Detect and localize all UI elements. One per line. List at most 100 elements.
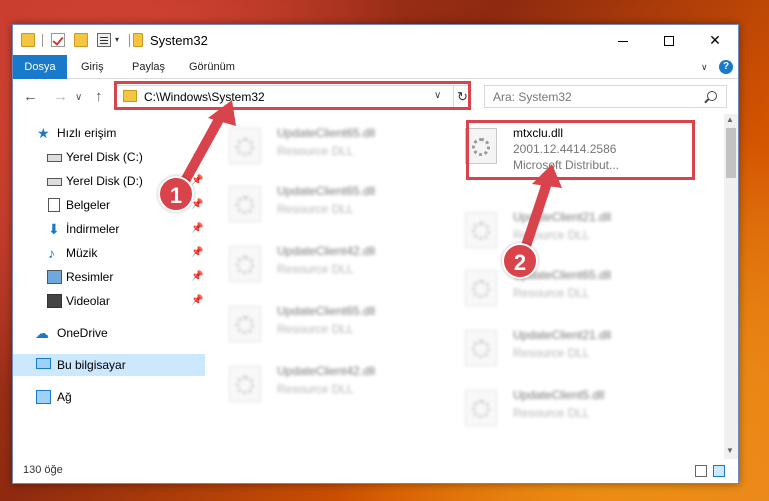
scroll-thumb[interactable] xyxy=(726,128,736,178)
sidebar-item-label: Hızlı erişim xyxy=(57,126,117,140)
pictures-icon xyxy=(47,270,62,284)
maximize-button[interactable] xyxy=(646,25,692,55)
file-type: Resource DLL xyxy=(513,286,590,300)
sidebar-item-label: Yerel Disk (C:) xyxy=(66,150,143,164)
computer-icon xyxy=(36,358,51,369)
list-item[interactable]: UpdateClient42.dll Resource DLL xyxy=(219,238,439,288)
file-type: Resource DLL xyxy=(277,322,354,336)
sidebar-item-downloads[interactable]: ⬇ İndirmeler 📌 xyxy=(13,218,205,240)
pin-icon[interactable]: 📌 xyxy=(191,290,203,312)
window-title: System32 xyxy=(150,33,208,48)
sidebar-item-label: Bu bilgisayar xyxy=(57,358,126,372)
gear-icon xyxy=(472,340,490,358)
file-type: Resource DLL xyxy=(277,262,354,276)
star-icon: ★ xyxy=(37,125,50,141)
status-bar: 130 öğe xyxy=(13,459,738,483)
file-type: Resource DLL xyxy=(513,346,590,360)
list-item[interactable]: UpdateClient5.dll Resource DLL xyxy=(455,382,675,432)
sidebar-item-disk-c[interactable]: Yerel Disk (C:) 📌 xyxy=(13,146,205,168)
sidebar-item-label: İndirmeler xyxy=(66,222,120,236)
chevron-down-icon[interactable]: ∨ xyxy=(701,62,708,73)
gear-icon xyxy=(472,222,490,240)
tab-home[interactable]: Giriş xyxy=(81,55,104,79)
sidebar-item-network[interactable]: Ağ xyxy=(13,386,205,408)
file-name: UpdateClient5.dll xyxy=(513,388,605,402)
pin-icon[interactable]: 📌 xyxy=(191,146,203,168)
ribbon-tabs: Dosya Giriş Paylaş Görünüm ∨ ? xyxy=(13,55,738,79)
details-view-icon[interactable] xyxy=(695,465,707,477)
sidebar-item-label: Yerel Disk (D:) xyxy=(66,174,143,188)
search-icon xyxy=(707,91,717,101)
sidebar-item-onedrive[interactable]: ☁ OneDrive xyxy=(13,322,205,344)
file-name: UpdateClient21.dll xyxy=(513,210,612,224)
dll-file-icon xyxy=(465,212,497,248)
list-item[interactable]: UpdateClient65.dll Resource DLL xyxy=(219,178,439,228)
new-folder-icon[interactable] xyxy=(74,33,88,47)
list-item[interactable]: UpdateClient65.dll Resource DLL xyxy=(219,120,439,170)
gear-icon xyxy=(236,196,254,214)
help-icon[interactable]: ? xyxy=(719,60,733,74)
file-type: Resource DLL xyxy=(277,382,354,396)
file-name: UpdateClient42.dll xyxy=(277,244,376,258)
cloud-icon: ☁ xyxy=(35,325,49,341)
address-highlight-box xyxy=(114,81,471,110)
large-icons-view-icon[interactable] xyxy=(713,465,725,477)
pin-icon[interactable]: 📌 xyxy=(191,218,203,240)
folder-icon xyxy=(133,33,143,47)
scroll-down-icon[interactable]: ▼ xyxy=(726,446,734,455)
chevron-down-icon[interactable]: ∨ xyxy=(75,92,82,103)
tab-file[interactable]: Dosya xyxy=(13,55,67,79)
pin-icon[interactable]: 📌 xyxy=(191,242,203,264)
sidebar-item-label: Videolar xyxy=(66,294,110,308)
drive-icon xyxy=(47,154,62,162)
sidebar-item-this-pc[interactable]: Bu bilgisayar xyxy=(13,354,205,376)
up-arrow-icon[interactable]: ↑ xyxy=(95,88,103,105)
sidebar-item-quick-access[interactable]: ★ Hızlı erişim xyxy=(13,122,205,144)
videos-icon xyxy=(47,294,62,308)
list-item[interactable]: UpdateClient65.dll Resource DLL xyxy=(219,298,439,348)
music-icon: ♪ xyxy=(48,245,55,261)
file-highlight-box xyxy=(466,120,695,180)
gear-icon xyxy=(236,376,254,394)
drive-icon xyxy=(47,178,62,186)
separator xyxy=(42,34,43,47)
search-input[interactable]: Ara: System32 xyxy=(484,85,727,108)
back-arrow-icon[interactable]: ← xyxy=(23,88,38,105)
dll-file-icon xyxy=(465,390,497,426)
list-item[interactable]: UpdateClient65.dll Resource DLL xyxy=(455,262,675,312)
separator xyxy=(129,34,130,47)
gear-icon xyxy=(472,400,490,418)
sidebar-item-label: OneDrive xyxy=(57,326,108,340)
dll-file-icon xyxy=(229,306,261,342)
list-item[interactable]: UpdateClient42.dll Resource DLL xyxy=(219,358,439,408)
sidebar-item-music[interactable]: ♪ Müzik 📌 xyxy=(13,242,205,264)
vertical-scrollbar[interactable]: ▲ ▼ xyxy=(724,114,738,459)
sidebar-item-pictures[interactable]: Resimler 📌 xyxy=(13,266,205,288)
dll-file-icon xyxy=(465,330,497,366)
scroll-up-icon[interactable]: ▲ xyxy=(726,115,734,124)
list-item[interactable]: UpdateClient21.dll Resource DLL xyxy=(455,322,675,372)
list-item[interactable]: UpdateClient21.dll Resource DLL xyxy=(455,204,675,254)
gear-icon xyxy=(236,316,254,334)
close-button[interactable]: ✕ xyxy=(692,25,738,55)
properties-check-icon[interactable] xyxy=(51,33,65,47)
search-placeholder: Ara: System32 xyxy=(493,90,572,104)
pin-icon[interactable]: 📌 xyxy=(191,266,203,288)
tab-share[interactable]: Paylaş xyxy=(132,55,165,79)
folder-icon xyxy=(21,33,35,47)
dll-file-icon xyxy=(229,246,261,282)
sidebar-item-videos[interactable]: Videolar 📌 xyxy=(13,290,205,312)
tab-view[interactable]: Görünüm xyxy=(189,55,235,79)
customize-icon[interactable] xyxy=(97,33,111,47)
sidebar-item-label: Belgeler xyxy=(66,198,111,212)
file-type: Resource DLL xyxy=(277,202,354,216)
minimize-icon xyxy=(618,40,628,42)
minimize-button[interactable] xyxy=(600,25,646,55)
file-type: Resource DLL xyxy=(513,228,590,242)
forward-arrow-icon[interactable]: → xyxy=(53,88,68,105)
title-bar: ▾ System32 ✕ xyxy=(13,25,738,55)
file-name: UpdateClient42.dll xyxy=(277,364,376,378)
network-icon xyxy=(36,390,51,404)
chevron-down-icon[interactable]: ▾ xyxy=(115,35,119,44)
file-name: UpdateClient21.dll xyxy=(513,328,612,342)
